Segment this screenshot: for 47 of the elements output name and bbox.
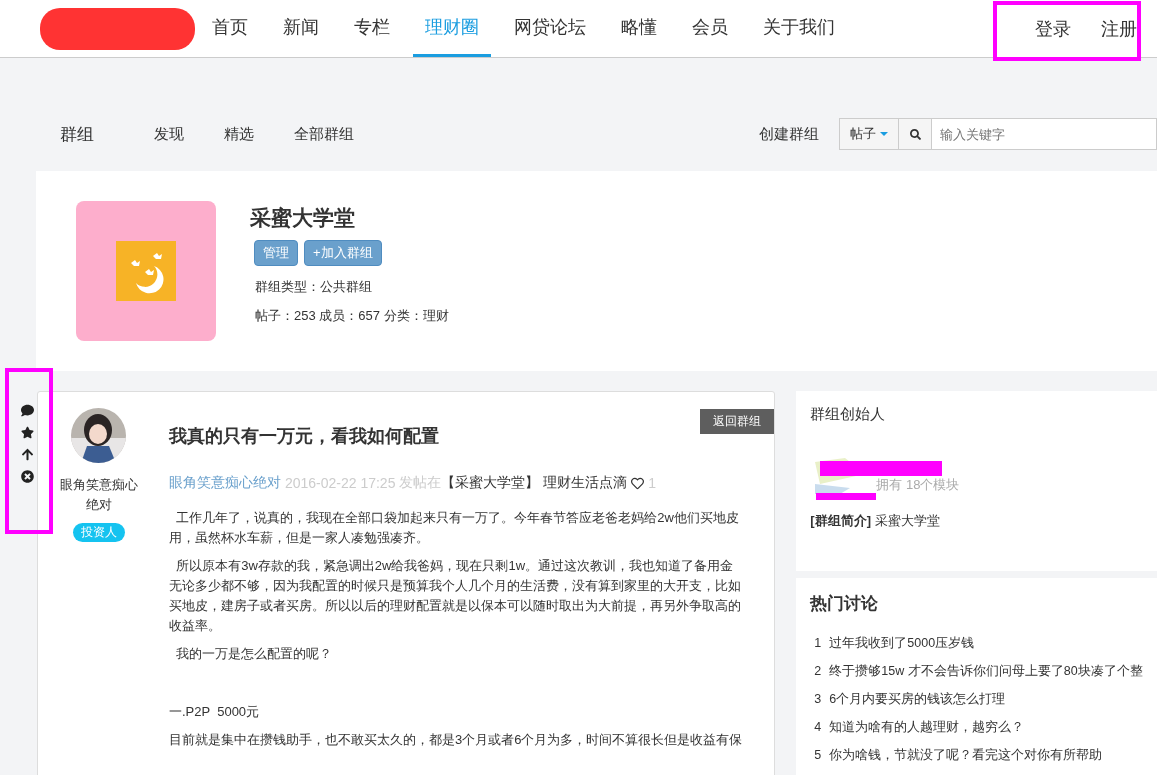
author-name: 眼角笑意痴心绝对 <box>58 476 139 514</box>
back-to-group-button[interactable]: 返回群组 <box>700 409 775 434</box>
card-title: 群组创始人 <box>810 405 887 424</box>
nav-tab[interactable]: 首页 <box>200 0 260 57</box>
nav-tab[interactable]: 专栏 <box>342 0 402 57</box>
card-title: 热门讨论 <box>810 593 880 615</box>
arrow-up-icon[interactable] <box>21 448 34 461</box>
subnav-link[interactable]: 精选 <box>224 124 254 144</box>
hot-topic-link[interactable]: 1 过年我收到了5000压岁钱 <box>814 635 1143 651</box>
star-icon[interactable] <box>21 426 34 439</box>
auth-link[interactable]: 注册 <box>1101 16 1137 41</box>
section-title: 群组 <box>60 123 94 146</box>
auth-link[interactable]: 登录 <box>1035 16 1071 41</box>
post-paragraph: 我的一万是怎么配置的呢？ <box>175 645 334 663</box>
hot-topic-link[interactable]: 5 你为啥钱，节就没了呢？看完这个对你有所帮助 <box>814 747 1143 763</box>
post-paragraph: 工作几年了，说真的，我现在全部口袋加起来只有一万了。今年春节答应老爸老妈给2w他们买地皮用，虽然杯水车薪，但是一家人凑勉强凑齐。 <box>169 509 740 547</box>
nav-tab[interactable]: 会员 <box>680 0 740 57</box>
group-name: 采蜜大学堂 <box>250 205 356 231</box>
search-field[interactable]: 输入关键字 <box>932 118 1157 150</box>
caret-icon <box>880 132 888 136</box>
group-type: 群组类型：公共群组 <box>255 278 373 296</box>
hot-topic-link[interactable]: 3 6个月内要买房的钱该怎么打理 <box>814 691 1143 707</box>
heart-icon[interactable] <box>631 476 645 490</box>
hot-topic-link[interactable]: 2 终于攒够15w 才不会告诉你们问母上要了80块凑了个整 <box>814 663 1143 679</box>
group-stats: 帖子：253 成员：657 分类：理财 <box>255 307 449 325</box>
post-title: 我真的只有一万元，看我如何配置 <box>169 425 440 448</box>
role-badge: 投资人 <box>72 523 125 542</box>
nav-tab[interactable]: 略懂 <box>609 0 669 57</box>
group-intro: [群组简介] 采蜜大学堂 <box>810 512 941 530</box>
search-icon <box>909 128 921 140</box>
subnav-link[interactable]: 发现 <box>154 124 184 144</box>
post-paragraph: 一.P2P 5000元 <box>169 703 261 721</box>
comment-icon[interactable] <box>21 404 34 417</box>
nav-tab[interactable]: 关于我们 <box>751 0 847 57</box>
nav-tab[interactable]: 网贷论坛 <box>502 0 598 57</box>
moon-logo-icon <box>116 241 176 301</box>
subnav-link[interactable]: 全部群组 <box>294 124 354 144</box>
nav-tab[interactable]: 新闻 <box>271 0 331 57</box>
redaction-mark <box>816 493 876 500</box>
post-paragraph: 目前就是集中在攒钱助手，也不敢买太久的，都是3个月或者6个月为多，时间不算很长但是收益有保 <box>169 731 744 749</box>
post-paragraph: 所以原本有3w存款的我，紧急调出2w给我爸妈，现在只剩1w。通过这次教训，我也知道了备用金无论多少都不够，因为我配置的时候只是预算我个人几个月的生活费，没有算到家里的大开支，比如买地皮，建房子或者买房。所以以后的理财配置就是以保本可以随时取出为大前提，再另外争取高的收益率。 <box>169 557 742 635</box>
close-icon[interactable] <box>21 470 34 483</box>
module-count: 拥有 18个模块 <box>876 476 960 494</box>
scope-dropdown[interactable]: 帖子 <box>839 118 898 150</box>
search-button[interactable] <box>898 118 932 150</box>
create-group-link[interactable]: 创建群组 <box>759 124 819 144</box>
hot-topic-link[interactable]: 4 知道为啥有的人越理财，越穷么？ <box>814 719 1143 735</box>
